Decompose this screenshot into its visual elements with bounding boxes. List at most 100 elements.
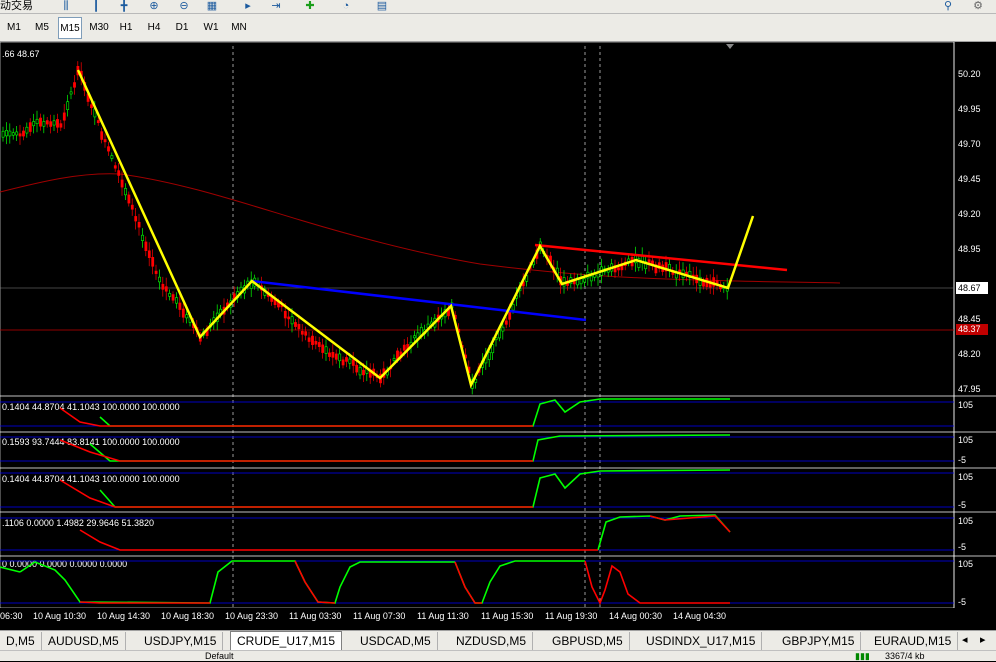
time-label: 11 Aug 11:30 [417, 611, 469, 621]
candle-body [321, 344, 325, 353]
level-price-label: 48.37 [958, 324, 981, 334]
candle-body [307, 337, 311, 342]
tab-chart[interactable]: D,M5 [0, 632, 42, 650]
timeframe-m5[interactable]: M5 [31, 17, 53, 39]
ohlc-info: .66 48.67 [2, 49, 40, 59]
price-chart[interactable]: .66 48.67 50.20 49.95 49.70 49.45 49.20 … [0, 42, 996, 608]
candle-body [52, 120, 56, 126]
time-period-icon[interactable]: ◔ [338, 0, 354, 12]
candle-body [18, 133, 22, 137]
chart-shift-icon[interactable]: ⇥ [268, 0, 284, 12]
candle-body [185, 314, 189, 319]
tab-chart[interactable]: USDJPY,M15 [138, 632, 224, 650]
candle-body [59, 123, 63, 128]
timeframe-mn[interactable]: MN [227, 17, 251, 39]
timeframe-d1[interactable]: D1 [171, 17, 193, 39]
templates-icon[interactable]: ▤ [374, 0, 390, 12]
candle-body [120, 179, 124, 188]
timeframe-h1[interactable]: H1 [115, 17, 137, 39]
candle-body [42, 121, 46, 127]
price-tick: 48.95 [958, 244, 981, 254]
candle-body [134, 216, 138, 222]
candle-body [311, 335, 314, 345]
tab-scroll-right-icon[interactable]: ▸ [980, 633, 986, 646]
time-label: 10 Aug 14:30 [97, 611, 151, 621]
toolbar-title: 动交易 [0, 0, 33, 12]
zoom-in-icon[interactable]: ⊕ [146, 0, 162, 12]
candle-body [175, 297, 178, 304]
candle-body [73, 82, 76, 88]
candle-body [100, 131, 104, 140]
zoom-out-icon[interactable]: ⊖ [176, 0, 192, 12]
indicator-scale: 105 [958, 559, 973, 569]
candle-body [402, 344, 406, 351]
candle-body [589, 275, 593, 282]
auto-scroll-icon[interactable]: ▸ [240, 0, 256, 12]
tab-chart[interactable]: EURAUD,M15 [868, 632, 959, 650]
candle-body [69, 91, 73, 95]
candle-body [103, 139, 107, 143]
candle-body [147, 250, 151, 258]
candle-body [32, 121, 36, 127]
timeframe-m15[interactable]: M15 [58, 17, 82, 39]
add-indicator-icon[interactable]: ✚ [302, 0, 318, 12]
chart-tabs: D,M5 AUDUSD,M5 USDJPY,M15 CRUDE_U17,M15 … [0, 630, 996, 651]
time-label: 11 Aug 19:30 [545, 611, 598, 621]
price-tick: 50.20 [958, 69, 981, 79]
search-icon[interactable]: ⚲ [940, 0, 956, 12]
candle-body [504, 320, 508, 325]
status-traffic: 3367/4 kb [885, 651, 925, 661]
indicator-label: 0.1404 44.8704 41.1043 100.0000 100.0000 [2, 402, 180, 412]
candle-body [127, 194, 131, 204]
timeframe-m30[interactable]: M30 [86, 17, 112, 39]
candle-body [501, 326, 505, 332]
indicator-scale: 105 [958, 400, 973, 410]
candle-body [151, 257, 155, 267]
candle-body [491, 344, 495, 354]
candle-body [8, 130, 12, 137]
bar-chart-icon[interactable]: ┃ [88, 0, 104, 12]
candle-body [362, 369, 365, 376]
candle-body [300, 331, 304, 335]
indicator-scale: -5 [958, 542, 966, 552]
candle-body [22, 130, 25, 137]
time-label: 11 Aug 07:30 [353, 611, 406, 621]
timeframe-w1[interactable]: W1 [199, 17, 223, 39]
price-tick: 49.45 [958, 174, 981, 184]
candle-body [45, 120, 49, 125]
tab-chart[interactable]: GBPJPY,M15 [776, 632, 862, 650]
candle-body [508, 311, 512, 320]
candle-body [144, 241, 148, 252]
candle-body [358, 367, 362, 376]
candle-body [107, 146, 110, 152]
candle-body [328, 352, 331, 357]
tab-chart[interactable]: USDINDX_U17,M15 [640, 632, 763, 650]
tab-scroll-left-icon[interactable]: ◂ [962, 633, 968, 646]
indicator-scale: -5 [958, 597, 966, 607]
tile-windows-icon[interactable]: ▦ [204, 0, 220, 12]
timeframe-h4[interactable]: H4 [143, 17, 165, 39]
candle-body [117, 170, 121, 176]
candle-body [1, 130, 5, 138]
time-label: 11 Aug 03:30 [289, 611, 342, 621]
candle-body [39, 117, 42, 127]
candle-body [487, 352, 491, 360]
tab-chart[interactable]: AUDUSD,M5 [42, 632, 126, 650]
tab-chart-active[interactable]: CRUDE_U17,M15 [230, 631, 343, 651]
candle-body [15, 131, 19, 136]
timeframe-m1[interactable]: M1 [3, 17, 25, 39]
candle-body [324, 346, 328, 354]
tab-chart[interactable]: NZDUSD,M5 [450, 632, 534, 650]
candle-body [62, 112, 66, 121]
indicator-label: 0.1404 44.8704 41.1043 100.0000 100.0000 [2, 474, 180, 484]
price-tick: 49.20 [958, 209, 981, 219]
tab-chart[interactable]: USDCAD,M5 [354, 632, 438, 650]
tab-chart[interactable]: GBPUSD,M5 [546, 632, 630, 650]
time-label: 10 Aug 10:30 [33, 611, 87, 621]
period-separator-icon[interactable]: ⫼ [58, 0, 74, 12]
candle-body [28, 122, 32, 132]
candle-body [317, 342, 321, 347]
candle-chart-icon[interactable]: ╋ [116, 0, 132, 12]
price-tick: 49.95 [958, 104, 981, 114]
settings-icon[interactable]: ⚙ [970, 0, 986, 12]
